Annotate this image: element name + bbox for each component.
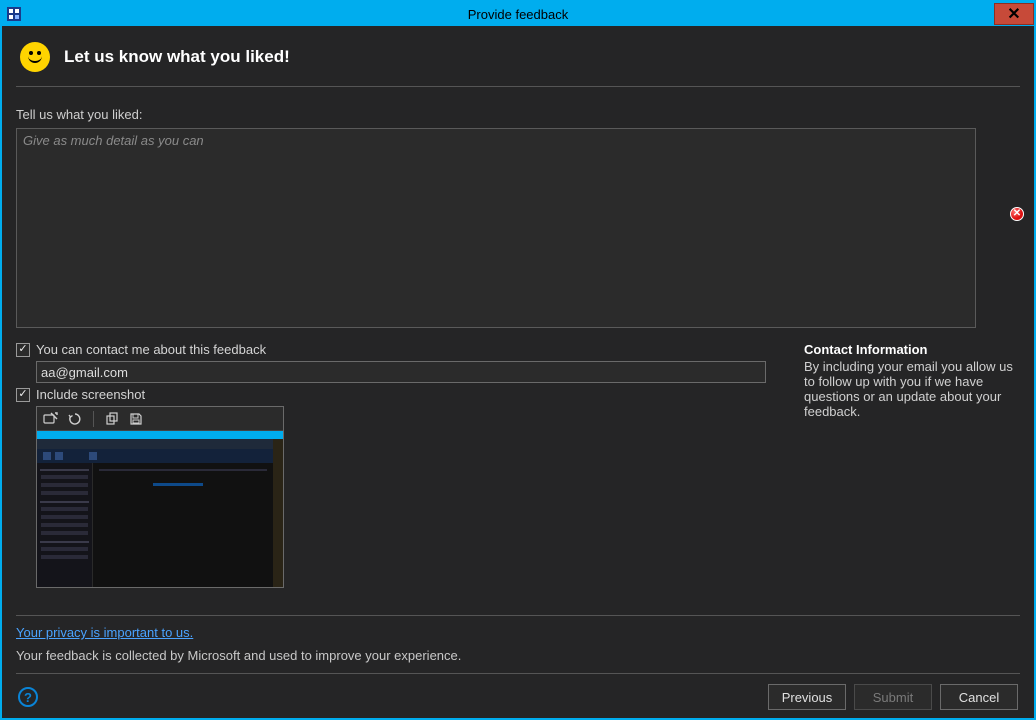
contact-me-checkbox[interactable]: ✓ <box>16 343 30 357</box>
submit-button[interactable]: Submit <box>854 684 932 710</box>
copy-icon[interactable] <box>102 410 122 428</box>
contact-info-text: By including your email you allow us to … <box>804 359 1014 419</box>
cancel-button[interactable]: Cancel <box>940 684 1018 710</box>
close-icon: ✕ <box>1007 4 1020 24</box>
smiley-icon <box>20 42 50 72</box>
annotate-icon[interactable] <box>41 410 61 428</box>
screenshot-preview[interactable] <box>37 431 283 587</box>
contact-info-title: Contact Information <box>804 342 1014 357</box>
footer-area: Your privacy is important to us. Your fe… <box>16 616 1020 663</box>
titlebar[interactable]: Provide feedback ✕ <box>2 2 1034 26</box>
page-heading: Let us know what you liked! <box>64 47 290 67</box>
form-body: Tell us what you liked: ✕ ✓ You can cont… <box>16 87 1020 615</box>
email-field[interactable] <box>36 361 766 383</box>
screenshot-toolbar <box>37 407 283 431</box>
content-area: Let us know what you liked! Tell us what… <box>2 26 1034 718</box>
collected-text: Your feedback is collected by Microsoft … <box>16 648 1020 663</box>
feedback-prompt-label: Tell us what you liked: <box>16 107 1020 122</box>
button-bar: ? Previous Submit Cancel <box>16 673 1020 718</box>
validation-error-icon[interactable]: ✕ <box>1010 207 1024 221</box>
include-screenshot-label: Include screenshot <box>36 387 145 402</box>
screenshot-frame <box>36 406 284 588</box>
feedback-textarea[interactable] <box>16 128 976 328</box>
window-close-button[interactable]: ✕ <box>994 3 1034 25</box>
page-header: Let us know what you liked! <box>16 26 1020 86</box>
reset-icon[interactable] <box>65 410 85 428</box>
privacy-link[interactable]: Your privacy is important to us. <box>16 625 193 640</box>
contact-me-label: You can contact me about this feedback <box>36 342 266 357</box>
window-title: Provide feedback <box>2 7 1034 22</box>
feedback-window: Provide feedback ✕ Let us know what you … <box>0 0 1036 720</box>
help-icon[interactable]: ? <box>18 687 38 707</box>
save-icon[interactable] <box>126 410 146 428</box>
toolbar-divider <box>93 411 94 427</box>
contact-info-panel: Contact Information By including your em… <box>804 342 1020 588</box>
previous-button[interactable]: Previous <box>768 684 846 710</box>
app-icon <box>6 6 22 22</box>
include-screenshot-checkbox[interactable]: ✓ <box>16 388 30 402</box>
